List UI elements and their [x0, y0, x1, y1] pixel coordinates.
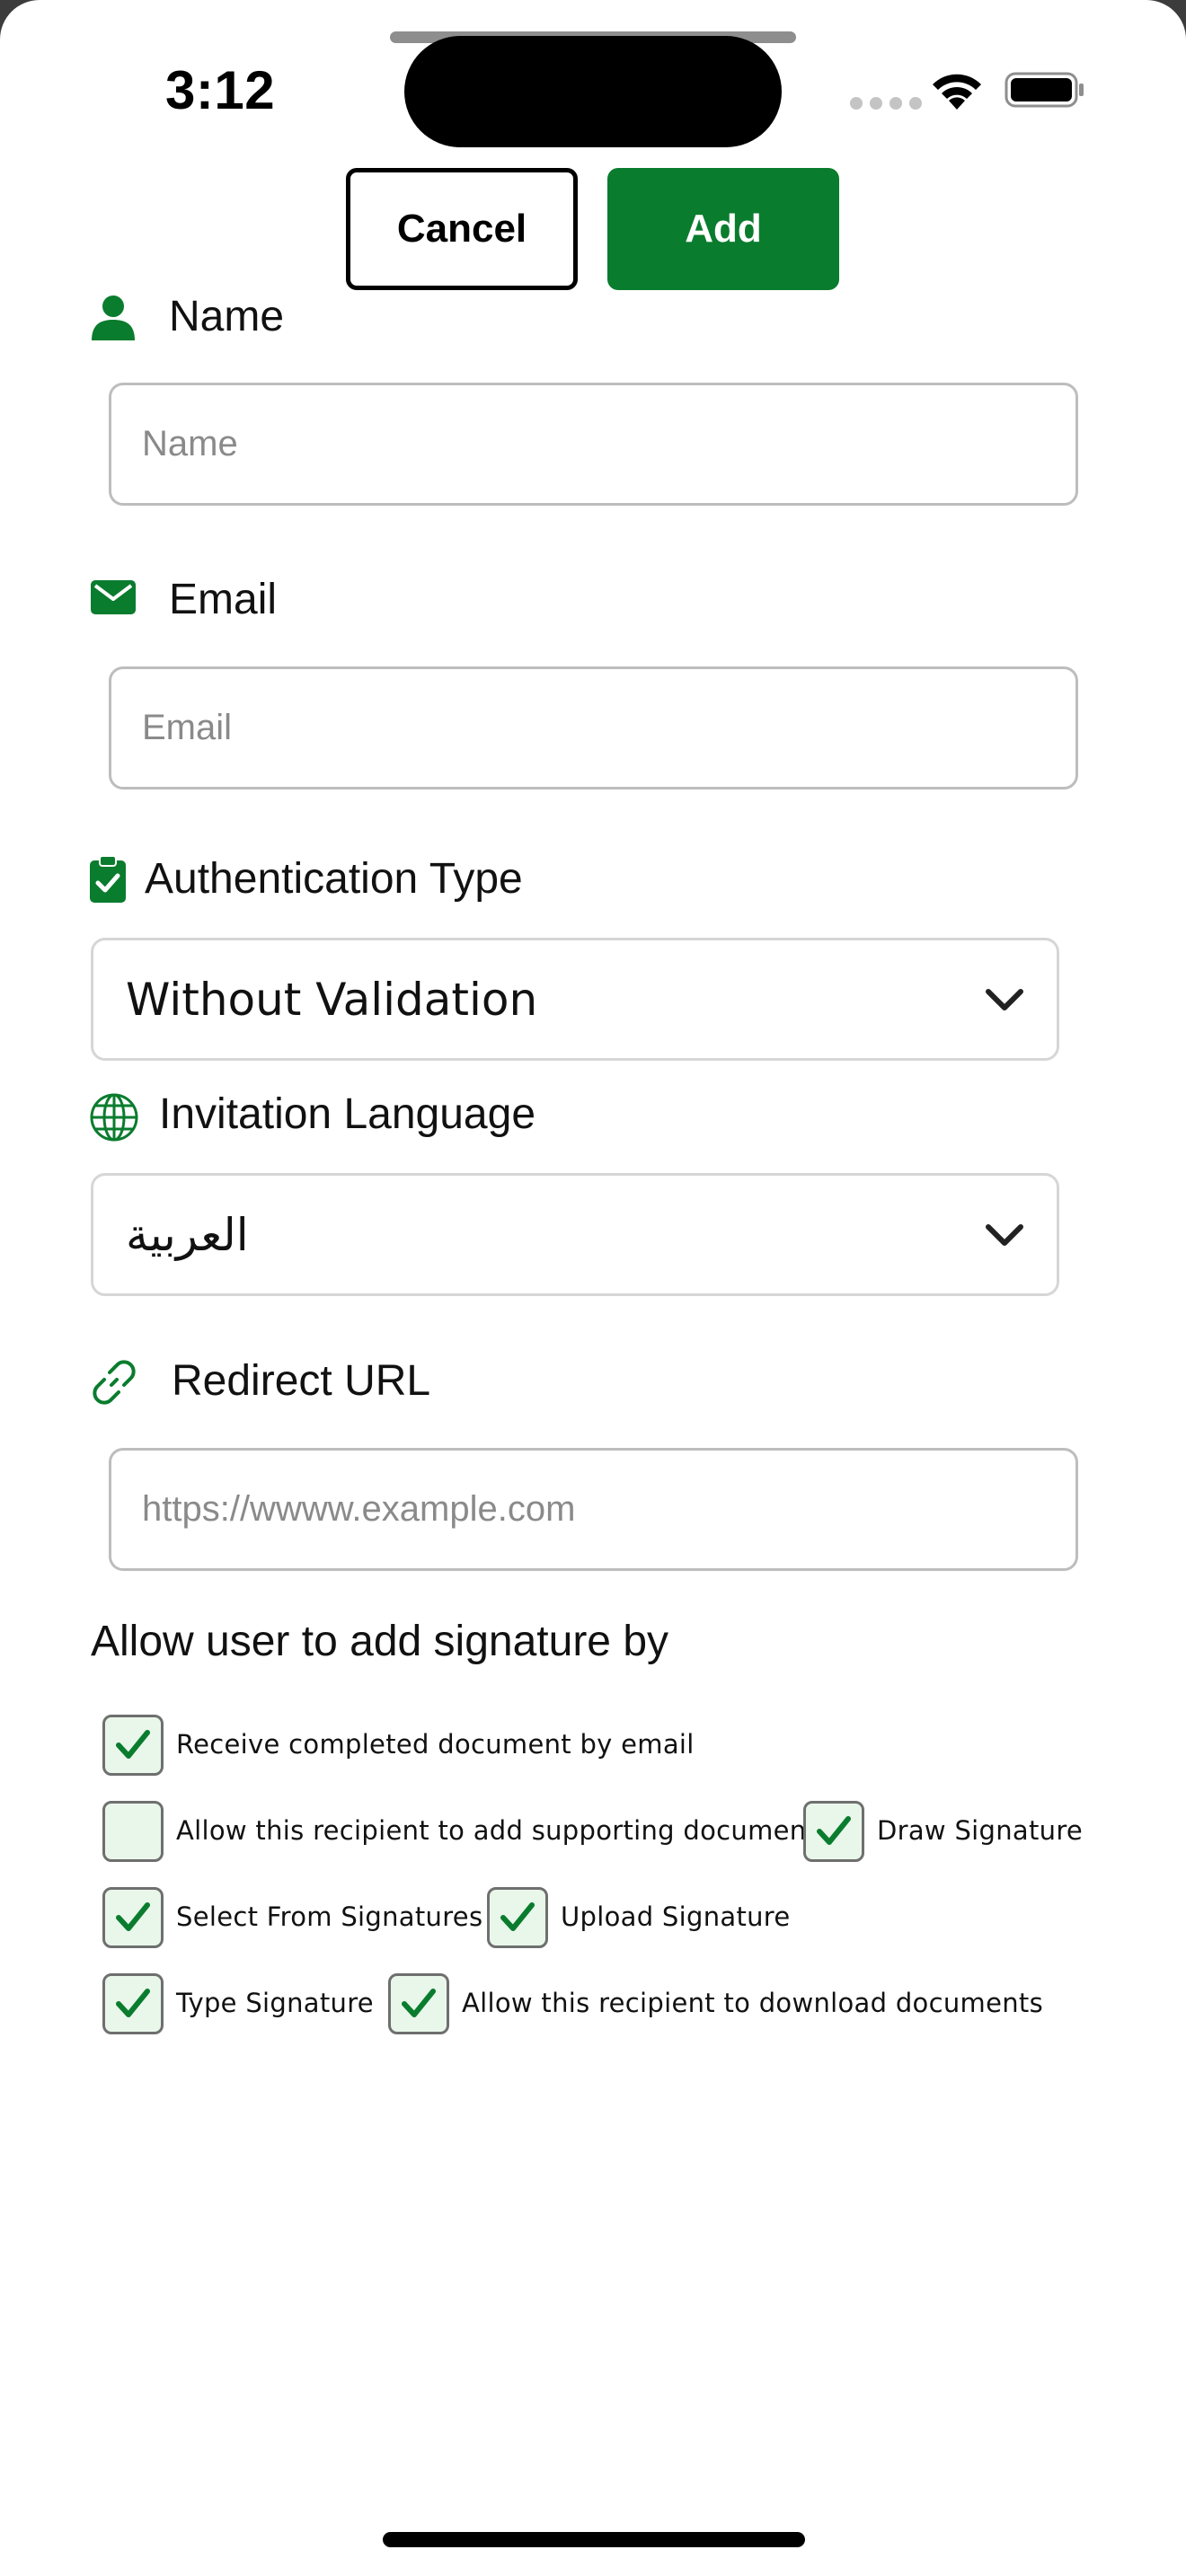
type-signature-checkbox[interactable] [102, 1973, 164, 2034]
name-input[interactable] [109, 383, 1078, 506]
chevron-down-icon [986, 1223, 1023, 1246]
home-indicator[interactable] [383, 2532, 805, 2547]
envelope-icon [91, 580, 136, 614]
signature-options-title: Allow user to add signature by [91, 1618, 669, 1665]
add-supporting-docs-label: Allow this recipient to add supporting d… [176, 1815, 831, 1846]
auth-type-value: Without Validation [126, 973, 538, 1026]
wifi-icon [933, 74, 981, 110]
link-icon [93, 1360, 136, 1405]
type-signature-label: Type Signature [176, 1988, 374, 2018]
checkmark-icon [500, 1902, 535, 1931]
email-input[interactable] [109, 666, 1078, 790]
name-label: Name [169, 293, 285, 340]
battery-icon [1005, 72, 1084, 108]
clipboard-check-icon [90, 855, 126, 903]
checkmark-icon [116, 1902, 150, 1931]
upload-signature-label: Upload Signature [561, 1901, 791, 1932]
auth-type-select[interactable]: Without Validation [91, 938, 1059, 1061]
cellular-signal-icon [850, 97, 922, 110]
globe-icon [90, 1093, 138, 1142]
draw-signature-checkbox[interactable] [803, 1801, 864, 1862]
person-icon [92, 296, 135, 340]
checkmark-icon [116, 1730, 150, 1759]
draw-signature-label: Draw Signature [877, 1815, 1084, 1846]
redirect-url-input[interactable] [109, 1448, 1078, 1571]
form-sheet: 3:12 Cancel Add Name Email Authenticatio… [0, 0, 1186, 2576]
chevron-down-icon [986, 988, 1023, 1010]
checkmark-icon [402, 1989, 436, 2017]
cancel-button[interactable]: Cancel [346, 168, 578, 290]
download-documents-label: Allow this recipient to download documen… [462, 1988, 1043, 2018]
invitation-language-label: Invitation Language [159, 1090, 536, 1138]
upload-signature-checkbox[interactable] [487, 1887, 548, 1948]
auth-type-label: Authentication Type [145, 855, 523, 903]
select-from-signatures-checkbox[interactable] [102, 1887, 164, 1948]
email-label: Email [169, 576, 278, 623]
receive-by-email-checkbox[interactable] [102, 1715, 164, 1776]
invitation-language-value: العربية [126, 1208, 249, 1261]
add-button[interactable]: Add [607, 168, 839, 290]
download-documents-checkbox[interactable] [388, 1973, 449, 2034]
invitation-language-select[interactable]: العربية [91, 1173, 1059, 1296]
checkmark-icon [116, 1989, 150, 2017]
dynamic-island [404, 36, 782, 147]
select-from-signatures-label: Select From Signatures [176, 1901, 483, 1932]
status-time: 3:12 [165, 60, 276, 120]
receive-by-email-label: Receive completed document by email [176, 1729, 695, 1760]
add-supporting-docs-checkbox[interactable] [102, 1801, 164, 1862]
checkmark-icon [817, 1816, 851, 1845]
redirect-url-label: Redirect URL [172, 1357, 431, 1405]
